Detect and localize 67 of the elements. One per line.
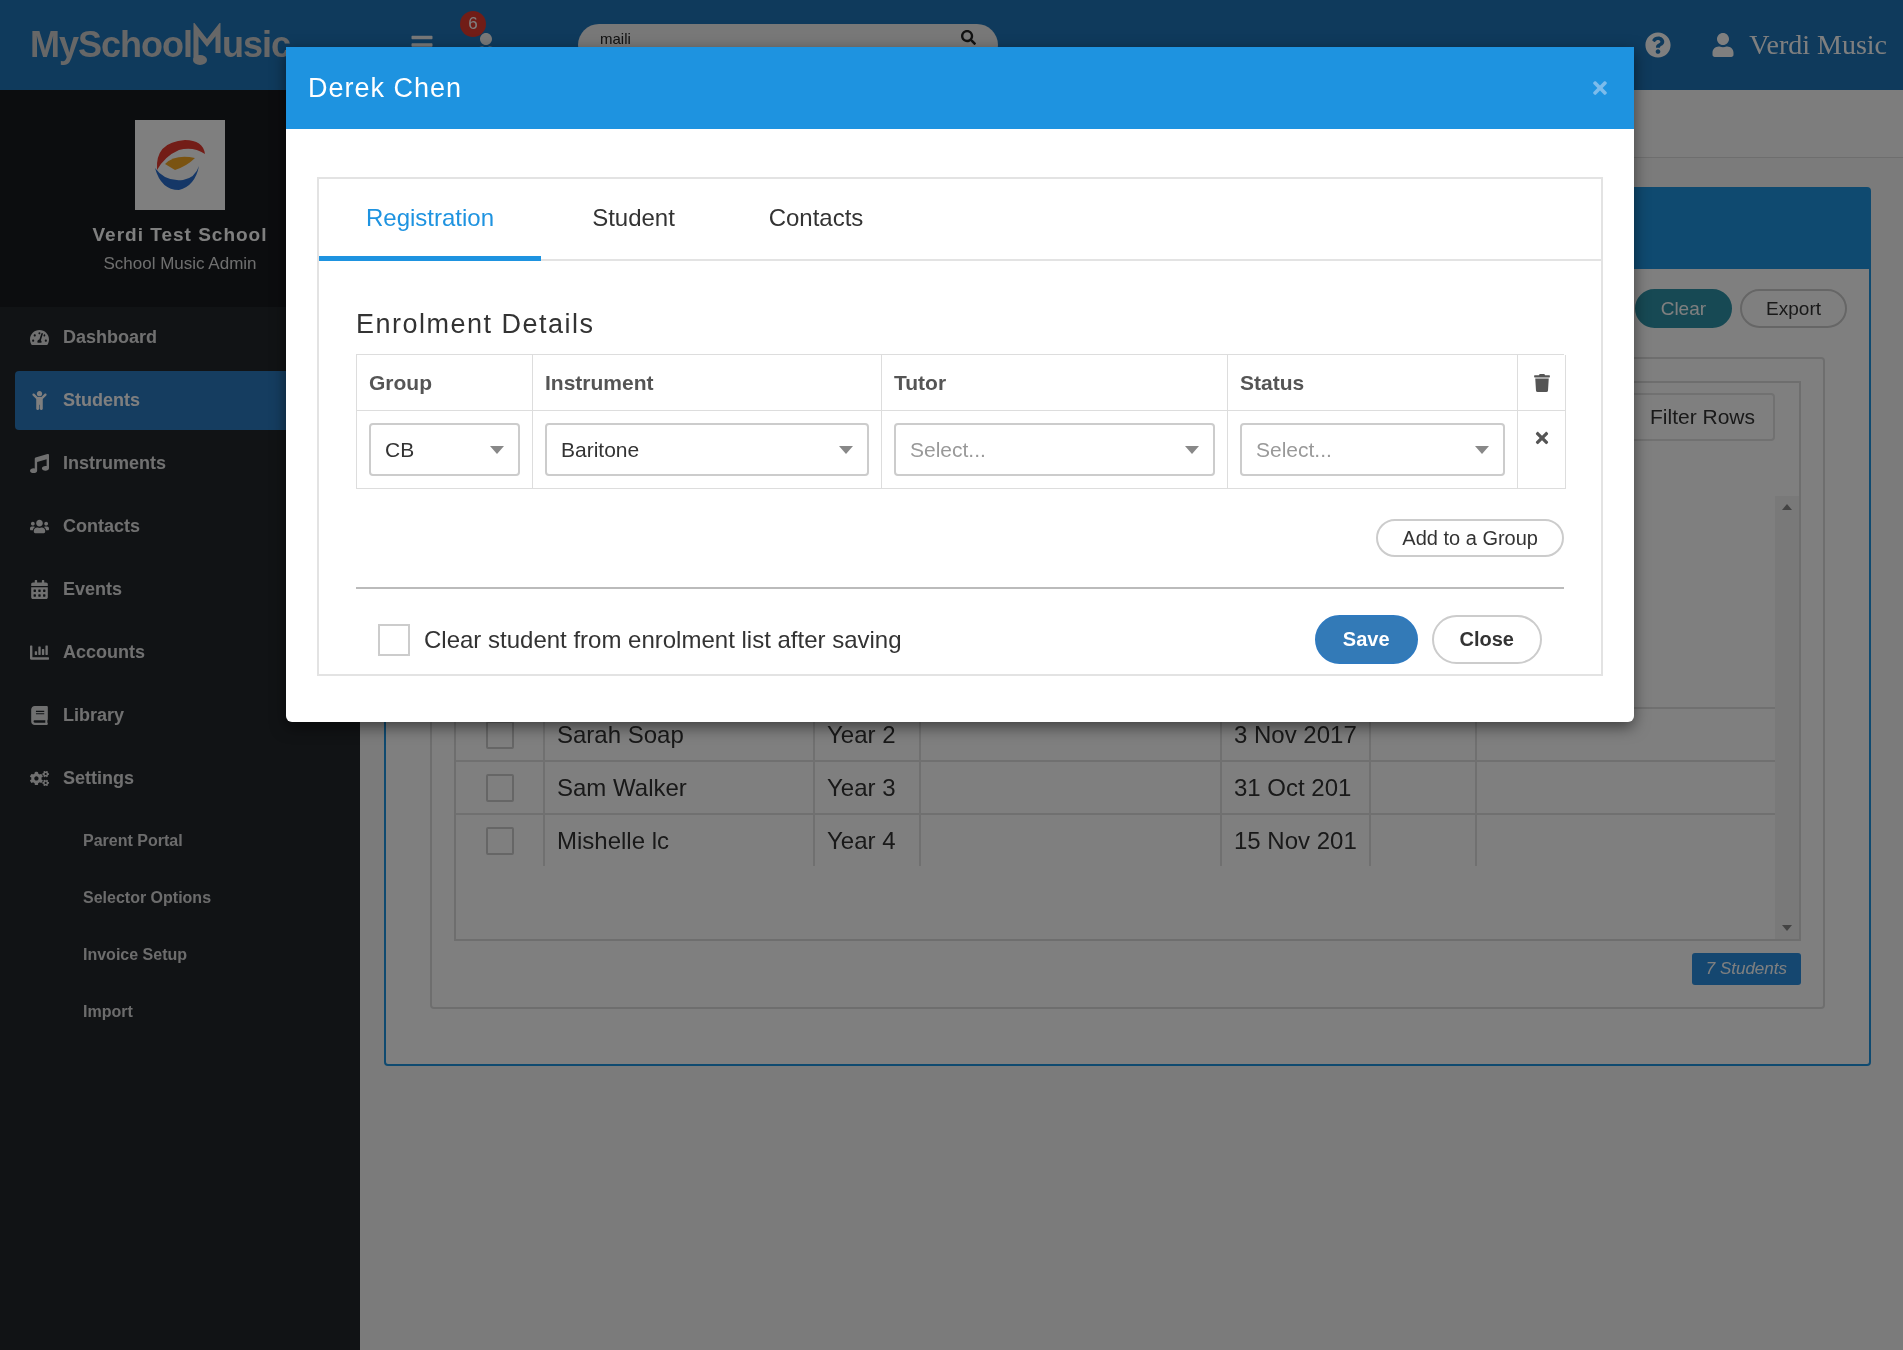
notification-badge: 6: [460, 11, 486, 37]
music-note-icon: [192, 23, 222, 67]
select-field[interactable]: CB: [369, 423, 520, 476]
school-name: Verdi Test School: [92, 224, 268, 246]
nav-subitem[interactable]: Import: [15, 983, 360, 1040]
user-name[interactable]: Verdi Music: [1749, 29, 1887, 61]
user-icon: [1711, 33, 1736, 57]
checkbox[interactable]: [378, 623, 410, 656]
column-header: Instrument: [533, 355, 882, 411]
nav-item[interactable]: Contacts: [15, 497, 360, 556]
search-icon: [961, 30, 976, 45]
table-cell: Mishelle lc: [557, 826, 670, 855]
student-count-badge: 7 Students: [1691, 953, 1801, 985]
column-header: Group: [357, 355, 533, 411]
column-header: Tutor: [882, 355, 1228, 411]
trash-icon[interactable]: [1532, 373, 1551, 392]
help-icon[interactable]: [1645, 32, 1672, 58]
checkbox-label[interactable]: Clear student from enrolment list after saving: [424, 625, 902, 654]
music-note-icon: [30, 454, 49, 473]
row-checkbox[interactable]: [486, 773, 514, 802]
tab[interactable]: Contacts: [726, 179, 906, 261]
user-role: School Music Admin: [103, 254, 257, 274]
table-cell: Year 4: [827, 826, 896, 855]
logo: MySchool usic: [30, 23, 292, 67]
table-cell: 3 Nov 2017: [1234, 720, 1357, 749]
caret-icon: [839, 445, 853, 454]
table-cell: 31 Oct 201: [1234, 773, 1352, 802]
nav-subitem[interactable]: Parent Portal: [15, 812, 360, 869]
row-checkbox[interactable]: [486, 720, 514, 749]
add-to-group-button[interactable]: Add to a Group: [1376, 519, 1564, 557]
select-field[interactable]: Baritone: [545, 423, 869, 476]
person-icon: [30, 391, 49, 410]
select-field[interactable]: Select...: [894, 423, 1215, 476]
section-title: Enrolment Details: [356, 309, 596, 340]
tab[interactable]: Student: [541, 179, 726, 261]
table-cell: Sarah Soap: [557, 720, 684, 749]
table-cell: Sam Walker: [557, 773, 687, 802]
close-button[interactable]: Close: [1431, 615, 1542, 664]
nav-subitem[interactable]: Invoice Setup: [15, 926, 360, 983]
table-cell: Year 2: [827, 720, 896, 749]
nav-subitem[interactable]: Selector Options: [15, 869, 360, 926]
gauge-icon: [30, 328, 49, 347]
nav-item[interactable]: Instruments: [15, 434, 360, 493]
nav-item[interactable]: Events: [15, 560, 360, 619]
book-icon: [30, 706, 49, 725]
table-cell: Year 3: [827, 773, 896, 802]
caret-icon: [1185, 445, 1199, 454]
nav-item[interactable]: Settings: [15, 749, 360, 808]
nav-item[interactable]: Library: [15, 686, 360, 745]
save-button[interactable]: Save: [1314, 615, 1418, 664]
calendar-icon: [30, 580, 49, 599]
gears-icon: [30, 769, 49, 788]
bar-chart-icon: [30, 643, 49, 662]
table-cell: 15 Nov 201: [1234, 826, 1357, 855]
nav-item[interactable]: Accounts: [15, 623, 360, 682]
column-header: Status: [1228, 355, 1518, 411]
clear-button[interactable]: Clear: [1634, 289, 1733, 328]
caret-icon: [490, 445, 504, 454]
select-field[interactable]: Select...: [1240, 423, 1505, 476]
caret-icon: [1475, 445, 1489, 454]
close-icon: [1590, 78, 1610, 98]
scrollbar[interactable]: [1775, 496, 1799, 939]
export-button[interactable]: Export: [1740, 289, 1847, 328]
tab[interactable]: Registration: [319, 179, 541, 261]
dialog-title: Derek Chen: [308, 72, 463, 104]
people-icon: [30, 517, 49, 536]
row-checkbox[interactable]: [486, 826, 514, 855]
